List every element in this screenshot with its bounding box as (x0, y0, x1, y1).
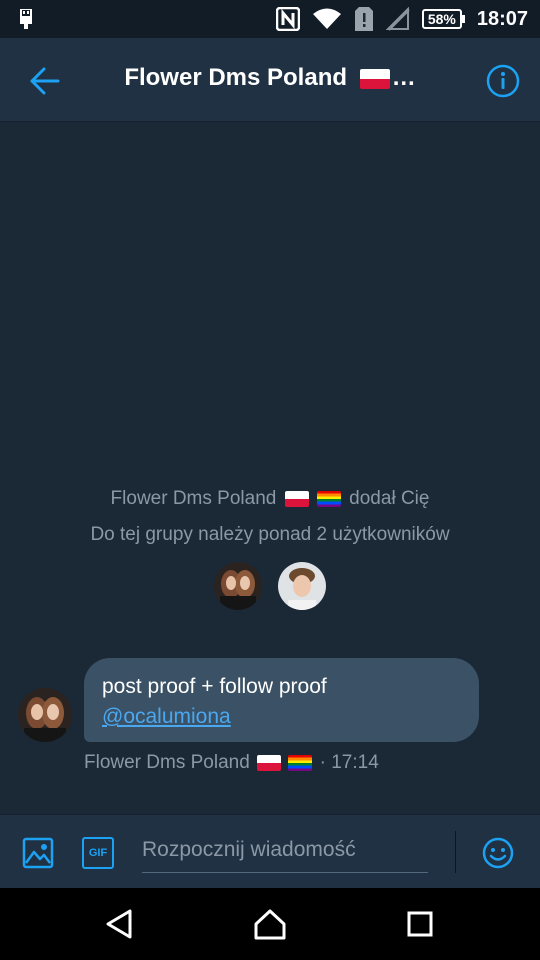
message-time: 17:14 (331, 752, 379, 773)
nav-home-button[interactable] (252, 906, 288, 942)
battery-level: 58% (421, 9, 462, 29)
composer: GIF (0, 814, 540, 888)
usb-icon (20, 9, 32, 29)
avatar[interactable] (18, 688, 72, 742)
rainbow-flag (288, 754, 313, 771)
composer-divider (455, 831, 456, 873)
app-bar: Flower Dms Poland … (0, 38, 540, 122)
avatar[interactable] (214, 562, 262, 610)
members-count-message: Do tej grupy należy ponad 2 użytkowników (90, 524, 450, 545)
back-triangle-icon (106, 909, 132, 939)
nav-back-button[interactable] (102, 906, 138, 942)
meta-separator: · (319, 752, 326, 773)
status-bar: 58% 18:07 (0, 0, 540, 38)
rainbow-flag (316, 490, 341, 507)
gif-button[interactable]: GIF (82, 837, 114, 869)
title-text: Flower Dms Poland (124, 64, 348, 91)
system-nav-bar (0, 888, 540, 960)
add-media-button[interactable] (22, 837, 54, 869)
mention-link[interactable]: @ocalumiona (102, 702, 461, 732)
info-icon (486, 64, 520, 98)
clock: 18:07 (476, 7, 528, 30)
home-icon (254, 909, 286, 940)
poland-flag (359, 68, 390, 89)
poland-flag (284, 490, 309, 507)
sim-alert-icon (354, 7, 373, 31)
conversation-title[interactable]: Flower Dms Poland … (100, 64, 440, 92)
smiley-icon (482, 837, 514, 869)
group-name: Flower Dms Poland (110, 488, 277, 509)
avatar[interactable] (278, 562, 326, 610)
arrow-left-icon (30, 67, 60, 95)
message-list[interactable]: Flower Dms Poland dodał Cię Do tej grupy… (0, 122, 540, 814)
recents-icon (407, 911, 433, 937)
nav-recents-button[interactable] (402, 906, 438, 942)
nfc-icon (275, 7, 300, 31)
sender-name: Flower Dms Poland (84, 752, 250, 773)
message-text: post proof + follow proof (102, 675, 327, 698)
image-icon (22, 837, 54, 869)
signal-icon (385, 7, 410, 31)
dm-screen: 58% 18:07 Flower Dms Poland … Flower Dms… (0, 0, 540, 960)
info-button[interactable] (486, 64, 520, 98)
system-added-message: Flower Dms Poland dodał Cię (0, 488, 540, 510)
added-text: dodał Cię (349, 488, 430, 509)
title-ellipsis: … (391, 64, 416, 91)
battery-icon: 58% (421, 9, 465, 29)
member-avatars[interactable] (0, 562, 540, 610)
message-bubble[interactable]: post proof + follow proof @ocalumiona (84, 658, 479, 742)
message-meta: Flower Dms Poland · 17:14 (84, 752, 379, 774)
poland-flag (257, 754, 282, 771)
emoji-button[interactable] (482, 837, 514, 869)
message-input[interactable] (142, 827, 428, 873)
wifi-icon (312, 8, 341, 29)
back-button[interactable] (26, 62, 64, 100)
status-icons: 58% 18:07 (275, 0, 528, 38)
